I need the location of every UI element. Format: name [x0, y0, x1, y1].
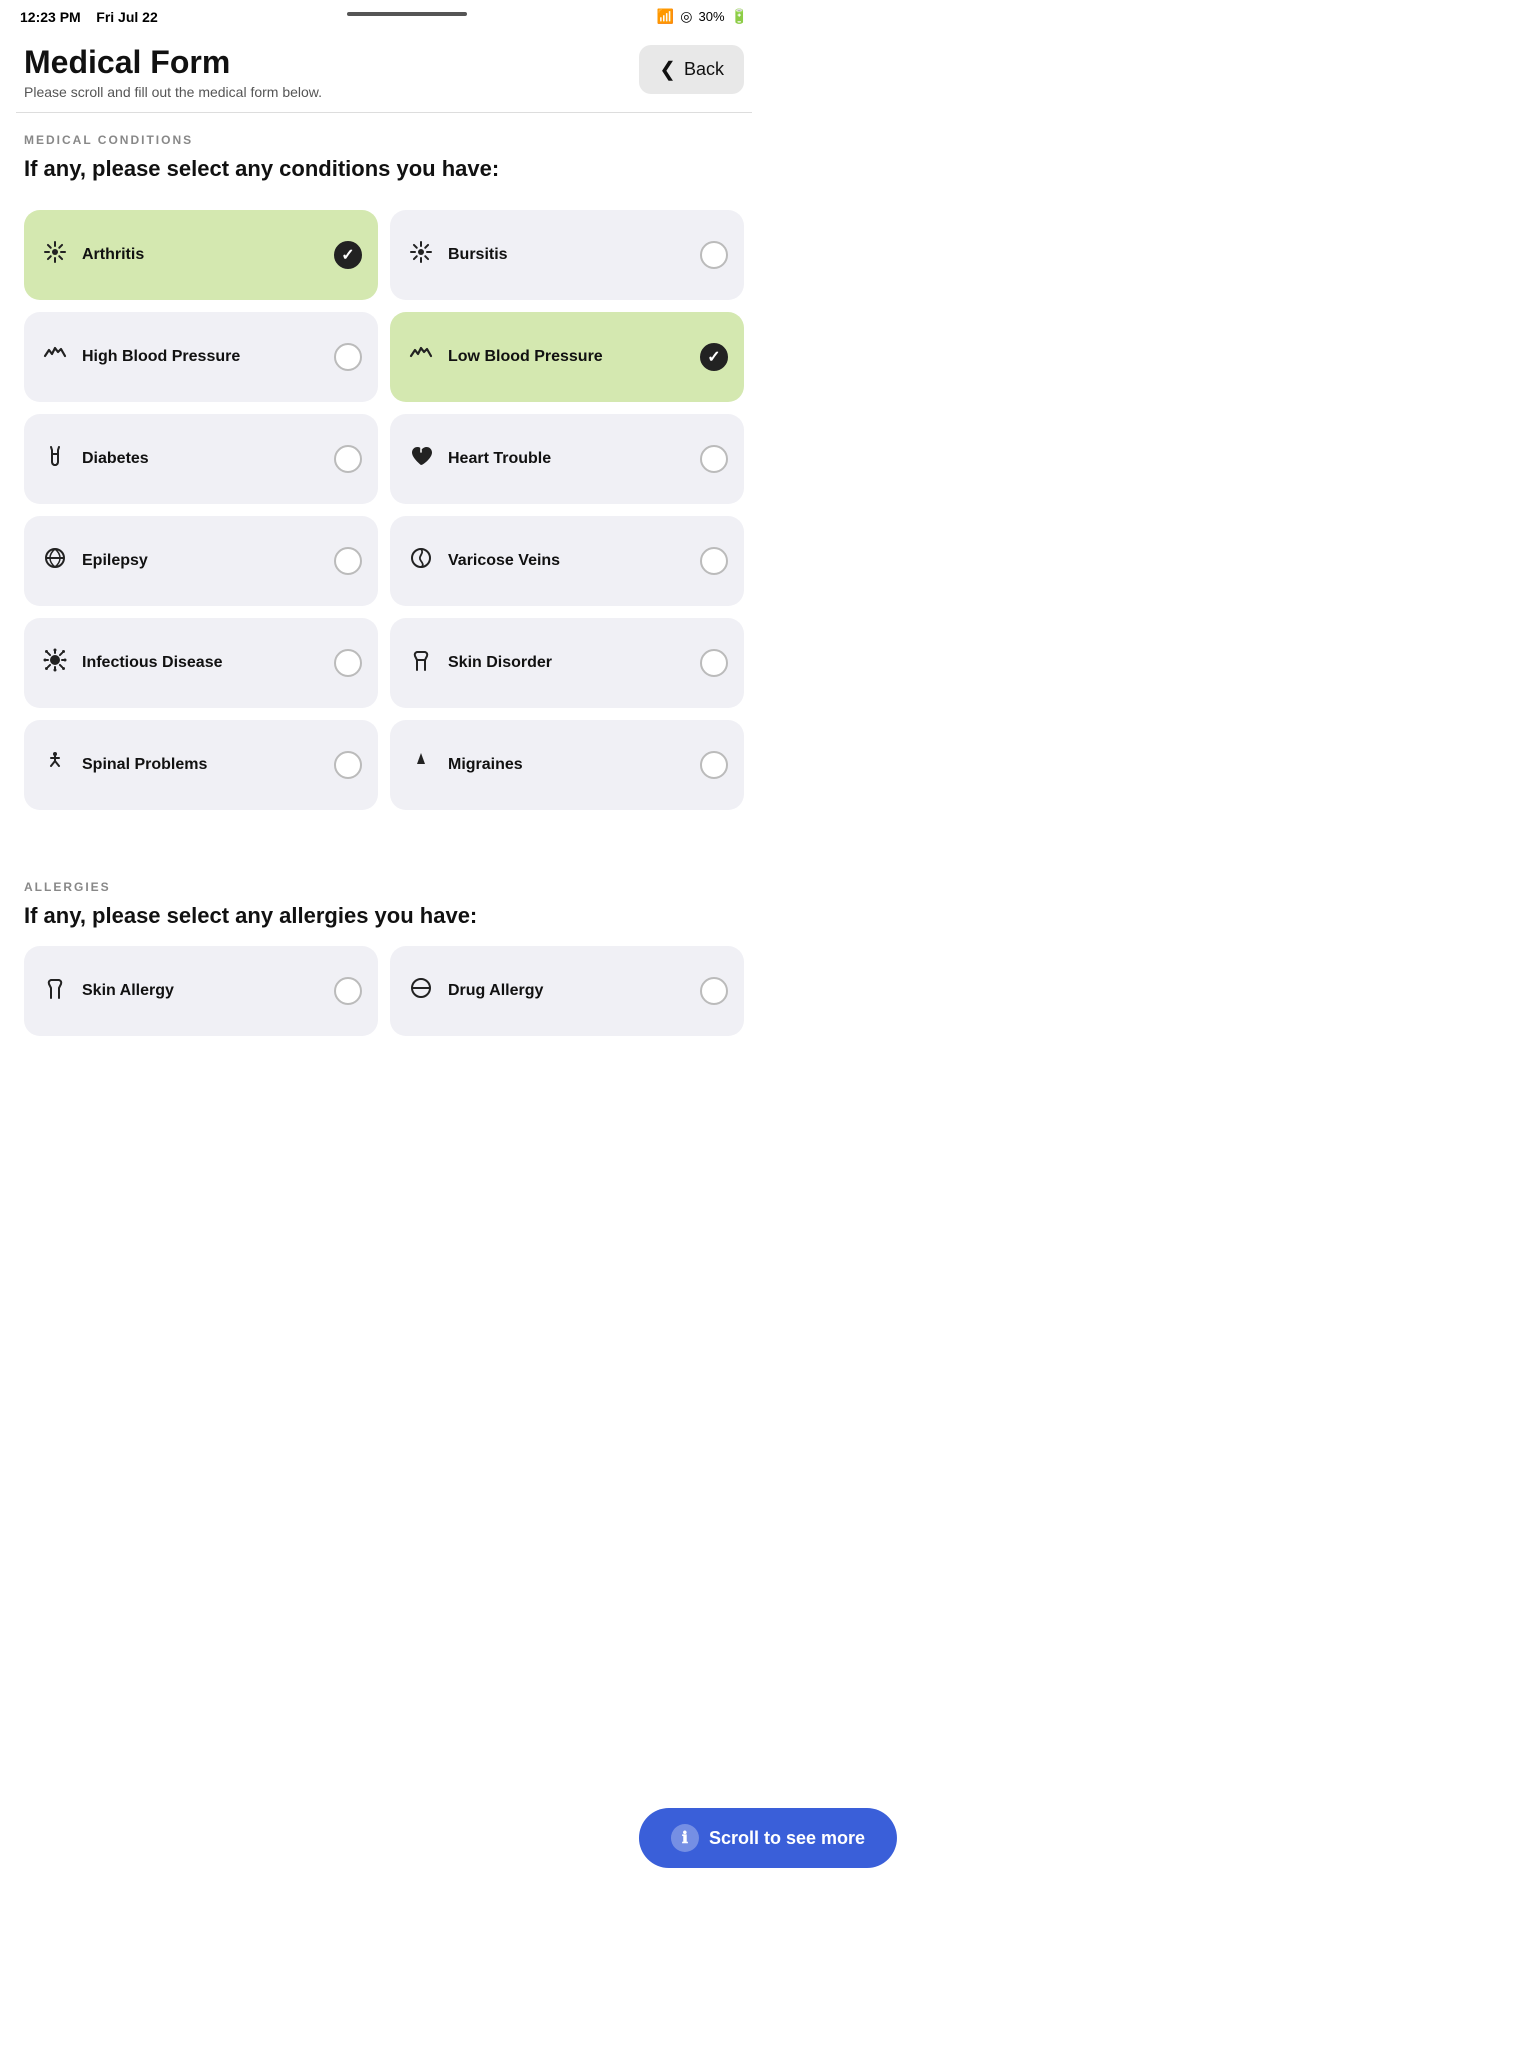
condition-card-diabetes[interactable]: Diabetes [24, 414, 378, 504]
medical-conditions-label: MEDICAL CONDITIONS [24, 133, 744, 147]
drag-handle [347, 12, 467, 16]
condition-radio-heart-trouble[interactable] [700, 445, 728, 473]
drug-allergy-icon [406, 976, 436, 1006]
arthritis-icon [40, 240, 70, 270]
condition-label-migraines: Migraines [448, 756, 523, 774]
medical-conditions-question: If any, please select any conditions you… [24, 155, 744, 184]
wifi-icon: 📶 [657, 8, 674, 25]
condition-label-infectious-disease: Infectious Disease [82, 654, 223, 672]
condition-label-diabetes: Diabetes [82, 450, 149, 468]
status-time: 12:23 PM [20, 9, 81, 25]
condition-radio-spinal-problems[interactable] [334, 751, 362, 779]
allergy-label-skin-allergy: Skin Allergy [82, 982, 174, 1000]
allergy-radio-skin-allergy[interactable] [334, 977, 362, 1005]
allergies-question: If any, please select any allergies you … [24, 902, 744, 931]
allergy-card-skin-allergy[interactable]: Skin Allergy [24, 946, 378, 1036]
condition-card-arthritis[interactable]: Arthritis ✓ [24, 210, 378, 300]
condition-card-migraines[interactable]: Migraines [390, 720, 744, 810]
status-bar: 12:23 PM Fri Jul 22 📶 ◎ 30% 🔋 [0, 0, 768, 29]
condition-card-bursitis[interactable]: Bursitis [390, 210, 744, 300]
condition-label-high-blood-pressure: High Blood Pressure [82, 348, 240, 366]
allergy-card-drug-allergy[interactable]: Drug Allergy [390, 946, 744, 1036]
condition-radio-diabetes[interactable] [334, 445, 362, 473]
condition-card-high-blood-pressure[interactable]: High Blood Pressure [24, 312, 378, 402]
condition-radio-arthritis[interactable]: ✓ [334, 241, 362, 269]
condition-card-heart-trouble[interactable]: Heart Trouble [390, 414, 744, 504]
condition-label-varicose-veins: Varicose Veins [448, 552, 560, 570]
header-text: Medical Form Please scroll and fill out … [24, 45, 322, 100]
condition-card-skin-disorder[interactable]: Skin Disorder [390, 618, 744, 708]
bursitis-icon [406, 240, 436, 270]
varicose-veins-icon [406, 546, 436, 576]
scroll-toast: ℹ Scroll to see more [639, 1808, 897, 1868]
allergy-radio-drug-allergy[interactable] [700, 977, 728, 1005]
condition-card-infectious-disease[interactable]: Infectious Disease [24, 618, 378, 708]
epilepsy-icon [40, 546, 70, 576]
condition-label-heart-trouble: Heart Trouble [448, 450, 551, 468]
condition-radio-varicose-veins[interactable] [700, 547, 728, 575]
page-title: Medical Form [24, 45, 322, 80]
migraines-icon [406, 750, 436, 780]
condition-card-epilepsy[interactable]: Epilepsy [24, 516, 378, 606]
condition-card-low-blood-pressure[interactable]: Low Blood Pressure ✓ [390, 312, 744, 402]
status-icons: 📶 ◎ 30% 🔋 [657, 8, 748, 25]
condition-radio-epilepsy[interactable] [334, 547, 362, 575]
chevron-left-icon: ❮ [659, 57, 676, 82]
condition-card-varicose-veins[interactable]: Varicose Veins [390, 516, 744, 606]
diabetes-icon [40, 444, 70, 474]
condition-label-epilepsy: Epilepsy [82, 552, 148, 570]
condition-radio-migraines[interactable] [700, 751, 728, 779]
page-subtitle: Please scroll and fill out the medical f… [24, 84, 322, 100]
condition-label-spinal-problems: Spinal Problems [82, 756, 207, 774]
infectious-disease-icon [40, 648, 70, 678]
condition-radio-bursitis[interactable] [700, 241, 728, 269]
condition-card-spinal-problems[interactable]: Spinal Problems [24, 720, 378, 810]
condition-label-low-blood-pressure: Low Blood Pressure [448, 348, 603, 366]
allergies-grid: Skin Allergy Drug Allergy [0, 946, 768, 1036]
condition-radio-infectious-disease[interactable] [334, 649, 362, 677]
location-icon: ◎ [680, 8, 692, 25]
toast-info-icon: ℹ [671, 1824, 699, 1852]
condition-label-arthritis: Arthritis [82, 246, 144, 264]
back-button[interactable]: ❮ Back [639, 45, 744, 94]
skin-disorder-icon [406, 648, 436, 678]
allergies-label: ALLERGIES [24, 880, 744, 894]
allergy-label-drug-allergy: Drug Allergy [448, 982, 543, 1000]
skin-allergy-icon [40, 976, 70, 1006]
medical-conditions-section: MEDICAL CONDITIONS If any, please select… [0, 113, 768, 210]
back-label: Back [684, 59, 724, 80]
high-blood-pressure-icon [40, 342, 70, 372]
condition-label-skin-disorder: Skin Disorder [448, 654, 552, 672]
toast-label: Scroll to see more [709, 1828, 865, 1849]
condition-label-bursitis: Bursitis [448, 246, 508, 264]
condition-radio-high-blood-pressure[interactable] [334, 343, 362, 371]
spacer [0, 810, 768, 840]
battery-text: 30% [699, 9, 725, 24]
conditions-grid: Arthritis ✓ Bursitis High Blood Pressure Low… [0, 210, 768, 810]
page-header: Medical Form Please scroll and fill out … [0, 29, 768, 112]
condition-radio-skin-disorder[interactable] [700, 649, 728, 677]
heart-trouble-icon [406, 444, 436, 474]
status-date: Fri Jul 22 [96, 9, 157, 25]
spinal-problems-icon [40, 750, 70, 780]
battery-icon: 🔋 [731, 8, 748, 25]
allergies-section: ALLERGIES If any, please select any alle… [0, 860, 768, 931]
low-blood-pressure-icon [406, 342, 436, 372]
condition-radio-low-blood-pressure[interactable]: ✓ [700, 343, 728, 371]
